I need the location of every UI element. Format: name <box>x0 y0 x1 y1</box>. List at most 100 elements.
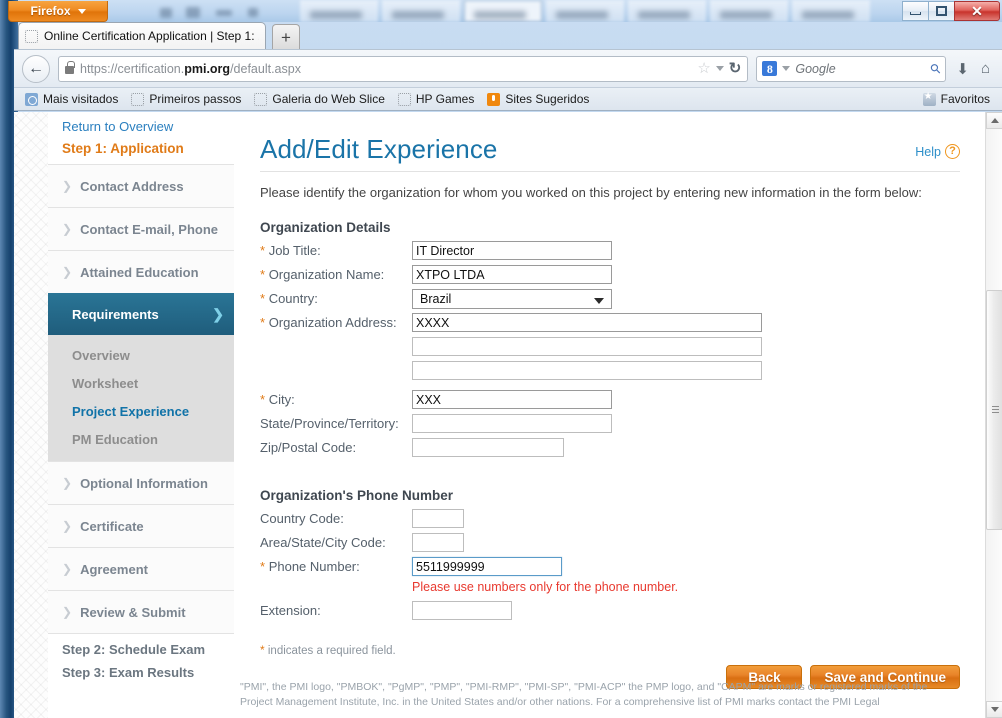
sidebar-subitem-label: Worksheet <box>72 375 139 391</box>
country-code-label: Country Code: <box>260 511 344 526</box>
sidebar-item-requirements[interactable]: Requirements ❯ <box>48 293 254 335</box>
country-label-text: Country: <box>268 291 318 306</box>
close-button[interactable]: ✕ <box>954 1 1000 21</box>
bookmarks-toolbar: Mais visitados Primeiros passos Galeria … <box>14 87 1002 111</box>
sidebar-subitem-worksheet[interactable]: Worksheet <box>48 369 234 397</box>
city-input[interactable] <box>412 390 612 409</box>
chevron-right-icon: ❯ <box>62 222 73 236</box>
bookmark-item[interactable]: Primeiros passos <box>126 90 246 108</box>
footer-line-1: "PMI", the PMI logo, "PMBOK", "PgMP", "P… <box>240 680 928 693</box>
page-footer: "PMI", the PMI logo, "PMBOK", "PgMP", "P… <box>234 680 964 710</box>
placeholder-icon <box>397 92 411 106</box>
chevron-down-icon <box>594 297 604 304</box>
scroll-down-button[interactable] <box>986 701 1002 718</box>
state-input[interactable] <box>412 414 612 433</box>
page-title: Add/Edit Experience <box>260 134 498 164</box>
home-icon[interactable]: ⌂ <box>981 60 990 77</box>
required-asterisk: * <box>260 267 266 282</box>
navigation-toolbar: ← https://certification.pmi.org/default.… <box>14 49 1002 87</box>
sidebar-subitem-project-experience[interactable]: Project Experience <box>48 397 234 425</box>
page-header: Add/Edit Experience Help ? <box>260 134 960 165</box>
sidebar-item-certificate[interactable]: ❯ Certificate <box>48 504 234 547</box>
search-engine-chevron-icon[interactable] <box>782 66 791 71</box>
bookmark-item[interactable]: HP Games <box>393 90 479 108</box>
page-scrollbar[interactable] <box>985 112 1002 718</box>
tab-title: Online Certification Application | Step … <box>44 29 259 43</box>
sidebar-return-to-overview-link[interactable]: Return to Overview <box>48 114 234 137</box>
sidebar-subitem-pm-education[interactable]: PM Education <box>48 425 234 453</box>
field-row-organization-address-3 <box>260 360 960 381</box>
arrow-left-icon: ← <box>28 59 44 77</box>
search-input[interactable]: Google <box>795 62 835 76</box>
sidebar-step3-label[interactable]: Step 3: Exam Results <box>62 661 234 684</box>
sidebar-step1-heading: Step 1: Application <box>62 141 184 156</box>
sidebar-subitem-label: Overview <box>72 347 130 363</box>
bookmark-star-icon[interactable]: ☆ <box>697 61 710 76</box>
bookmark-item[interactable]: Sites Sugeridos <box>482 90 594 108</box>
field-row-country: * Country: Brazil <box>260 288 960 309</box>
required-asterisk: * <box>260 315 266 330</box>
sidebar-item-label: Optional Information <box>80 475 208 491</box>
country-code-input[interactable] <box>412 509 464 528</box>
extension-input[interactable] <box>412 601 512 620</box>
sidebar-item-review-submit[interactable]: ❯ Review & Submit <box>48 590 234 633</box>
maximize-icon <box>936 6 947 16</box>
sidebar-step2-label[interactable]: Step 2: Schedule Exam <box>62 638 234 661</box>
most-visited-icon <box>25 92 38 106</box>
zip-input[interactable] <box>412 438 564 457</box>
bookmark-item[interactable]: Mais visitados <box>20 90 123 108</box>
organization-name-label: * Organization Name: <box>260 267 412 282</box>
organization-address-2-input[interactable] <box>412 337 762 356</box>
browser-tab-active[interactable]: Online Certification Application | Step … <box>18 22 266 49</box>
search-bar[interactable]: 8 Google ⚲ <box>756 55 947 82</box>
organization-name-label-text: Organization Name: <box>268 267 385 282</box>
field-row-city: * City: <box>260 389 960 410</box>
field-row-job-title: * Job Title: <box>260 240 960 261</box>
downloads-icon[interactable]: ⬇ <box>956 60 969 78</box>
firefox-menu-button[interactable]: Firefox <box>8 1 108 22</box>
new-tab-button[interactable]: + <box>272 24 300 49</box>
phone-number-input[interactable] <box>412 557 562 576</box>
job-title-input[interactable] <box>412 241 612 260</box>
sidebar-item-agreement[interactable]: ❯ Agreement <box>48 547 234 590</box>
chevron-down-icon <box>77 8 86 14</box>
chevron-down-icon[interactable] <box>715 66 724 71</box>
search-icon[interactable]: ⚲ <box>927 59 945 77</box>
bookmark-label: Mais visitados <box>43 92 119 106</box>
favorites-button[interactable]: Favoritos <box>922 91 996 106</box>
help-link[interactable]: Help ? <box>915 144 960 159</box>
scrollbar-thumb[interactable] <box>986 290 1002 530</box>
minimize-button[interactable] <box>902 1 929 21</box>
organization-address-3-input[interactable] <box>412 361 762 380</box>
country-select[interactable]: Brazil <box>412 288 612 309</box>
maximize-button[interactable] <box>928 1 955 21</box>
minimize-icon <box>910 12 921 15</box>
bookmark-label: Sites Sugeridos <box>505 92 590 106</box>
sidebar-top: Return to Overview Step 1: Application <box>48 112 234 164</box>
scroll-up-button[interactable] <box>986 112 1002 129</box>
sidebar-item-contact-address[interactable]: ❯ Contact Address <box>48 164 234 207</box>
chevron-right-icon: ❯ <box>62 476 73 490</box>
organization-name-input[interactable] <box>412 265 612 284</box>
bookmark-label: HP Games <box>415 92 475 106</box>
city-label: * City: <box>260 392 412 407</box>
required-field-note: * indicates a required field. <box>260 643 960 657</box>
back-button[interactable]: ← <box>22 54 50 83</box>
placeholder-icon <box>131 92 145 106</box>
reload-icon[interactable]: ↻ <box>729 61 742 76</box>
phone-number-label-text: Phone Number: <box>268 559 360 574</box>
sidebar-item-label: Attained Education <box>80 264 199 280</box>
sidebar-item-attained-education[interactable]: ❯ Attained Education <box>48 250 234 293</box>
organization-address-input[interactable] <box>412 313 762 332</box>
sidebar-subitem-overview[interactable]: Overview <box>48 341 234 369</box>
sidebar-item-contact-email-phone[interactable]: ❯ Contact E-mail, Phone <box>48 207 234 250</box>
sidebar-item-optional-information[interactable]: ❯ Optional Information <box>48 461 234 504</box>
field-row-phone-number: * Phone Number: <box>260 556 960 577</box>
bookmark-item[interactable]: Galeria do Web Slice <box>249 90 390 108</box>
job-title-label: * Job Title: <box>260 243 412 258</box>
titlebar: Firefox ✕ <box>0 0 1002 22</box>
area-code-input[interactable] <box>412 533 464 552</box>
favorites-label: Favoritos <box>940 92 990 106</box>
tab-strip: Online Certification Application | Step … <box>14 22 1002 49</box>
address-bar[interactable]: https://certification.pmi.org/default.as… <box>58 55 749 82</box>
